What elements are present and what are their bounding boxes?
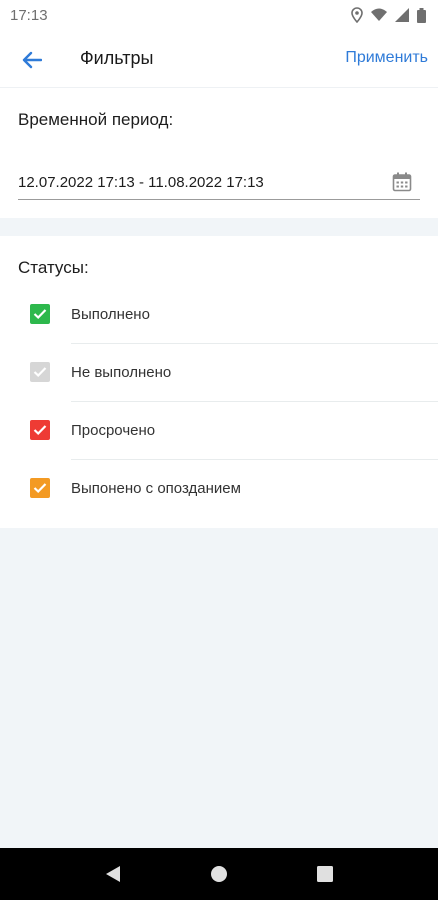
status-row-late[interactable]: Выпонено с опозданием [0,460,438,518]
filters-screen: 17:13 Фильтры Применить Временной период… [0,0,438,900]
page-title: Фильтры [80,48,154,68]
battery-icon [417,7,426,23]
apply-button[interactable]: Применить [345,49,428,67]
date-range-field[interactable]: 12.07.2022 17:13 - 11.08.2022 17:13 [18,160,420,200]
statuses-title: Статусы: [18,258,89,277]
nav-home-button[interactable] [199,854,239,894]
system-nav-bar [0,848,438,900]
back-button[interactable] [18,46,46,74]
period-title: Временной период: [18,110,174,129]
status-bar: 17:13 [0,0,438,30]
wifi-icon [371,8,387,21]
status-time: 17:13 [10,6,48,24]
signal-icon [395,8,409,22]
nav-recents-button[interactable] [305,854,345,894]
checkbox-done[interactable] [30,304,50,324]
recents-square-icon [317,866,333,882]
location-icon [351,7,363,23]
app-bar: Фильтры Применить [0,30,438,88]
status-label-overdue: Просрочено [71,422,156,439]
calendar-icon[interactable] [392,172,412,197]
status-icons [351,7,426,23]
nav-back-button[interactable] [93,854,133,894]
period-section: Временной период: 12.07.2022 17:13 - 11.… [0,88,438,218]
status-row-not-done[interactable]: Не выполнено [0,344,438,402]
status-row-overdue[interactable]: Просрочено [0,402,438,460]
checkbox-overdue[interactable] [30,420,50,440]
home-circle-icon [211,866,227,882]
back-triangle-icon [106,866,120,882]
date-range-value: 12.07.2022 17:13 - 11.08.2022 17:13 [18,174,264,191]
status-row-done[interactable]: Выполнено [0,286,438,344]
status-label-not-done: Не выполнено [71,364,172,381]
status-label-done: Выполнено [71,306,150,323]
checkbox-late[interactable] [30,478,50,498]
checkbox-not-done[interactable] [30,362,50,382]
arrow-left-icon [22,51,42,69]
status-label-late: Выпонено с опозданием [71,480,241,497]
statuses-section: Статусы: Выполнено Не выполнено Просроче… [0,236,438,528]
